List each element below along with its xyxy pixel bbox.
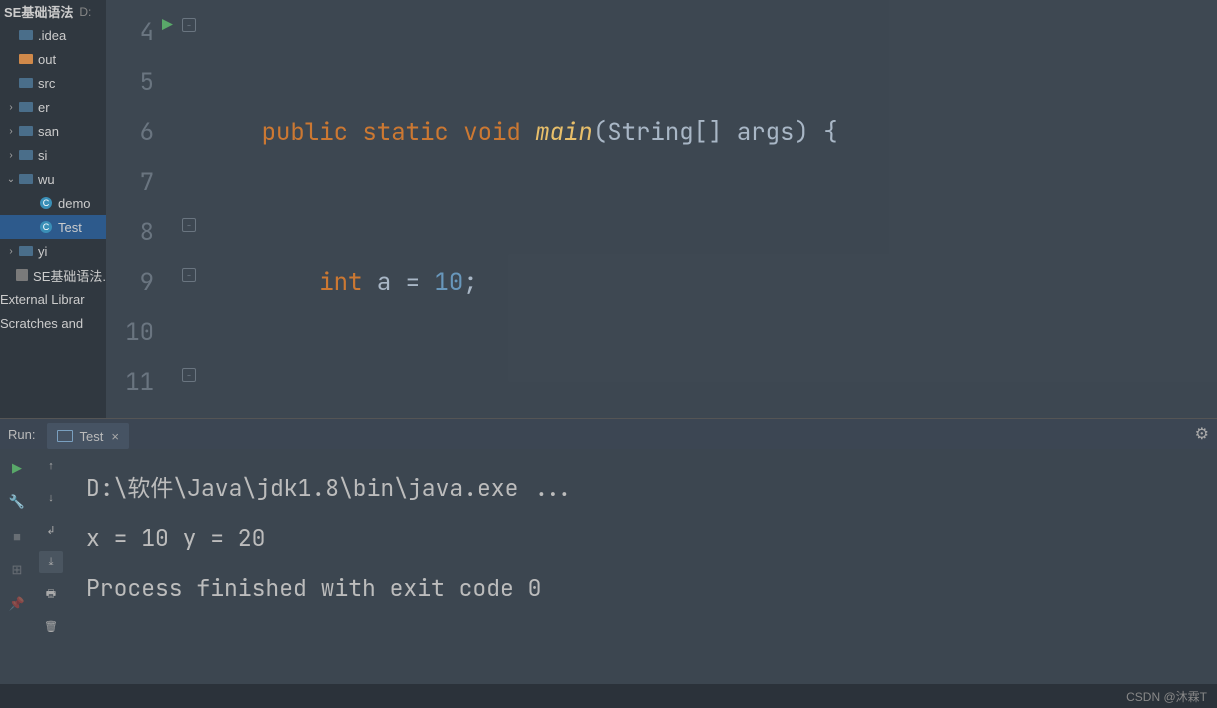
run-toolbar-left: ▶ 🔧 ■ ⊞ 📌	[0, 449, 34, 684]
line-number: 6	[106, 108, 154, 158]
fold-icon[interactable]: −	[182, 218, 196, 232]
tree-item-san[interactable]: › san	[0, 119, 106, 143]
line-number: 8	[106, 208, 154, 258]
chevron-right-icon: ›	[4, 246, 18, 257]
run-tab-label: Test	[79, 429, 103, 444]
console-output[interactable]: D:\软件\Java\jdk1.8\bin\java.exe ...x = 10…	[68, 449, 1217, 684]
tree-item-yi[interactable]: › yi	[0, 239, 106, 263]
folder-icon	[18, 51, 34, 67]
project-title-row[interactable]: SE基础语法 D:	[0, 0, 106, 23]
chevron-right-icon: ›	[4, 102, 18, 113]
tree-item-scratch[interactable]: Scratches and	[0, 311, 106, 335]
line-number: 7	[106, 158, 154, 208]
line-number: 10	[106, 308, 154, 358]
run-line-icon[interactable]: ▶	[162, 14, 173, 37]
up-icon[interactable]: ↑	[39, 455, 63, 477]
tree-item-iml[interactable]: SE基础语法.	[0, 263, 106, 287]
rerun-button[interactable]: ▶	[6, 457, 28, 479]
close-icon[interactable]: ×	[111, 429, 119, 444]
run-tabbar: Run: Test × ⚙	[0, 419, 1217, 449]
folder-icon	[18, 171, 34, 187]
folder-icon	[18, 243, 34, 259]
folder-icon	[18, 147, 34, 163]
output-line: D:\软件\Java\jdk1.8\bin\java.exe ...	[86, 463, 1199, 513]
tree-item-src[interactable]: src	[0, 71, 106, 95]
folder-icon	[18, 99, 34, 115]
fold-icon[interactable]: −	[182, 268, 196, 282]
soft-wrap-icon[interactable]: ↲	[39, 519, 63, 541]
code-content[interactable]: public static void main(String[] args) {…	[204, 0, 1217, 418]
file-icon	[16, 267, 29, 283]
fold-icon[interactable]: −	[182, 18, 196, 32]
print-icon[interactable]: 🖶	[39, 583, 63, 605]
run-config-icon	[57, 430, 73, 442]
run-panel-label: Run:	[8, 427, 35, 442]
line-number: 5	[106, 58, 154, 108]
trash-icon[interactable]: 🗑	[39, 615, 63, 637]
run-panel: Run: Test × ⚙ ▶ 🔧 ■ ⊞ 📌 ↑ ↓ ↲ ⤓ 🖶 🗑 D:\软…	[0, 418, 1217, 684]
down-icon[interactable]: ↓	[39, 487, 63, 509]
tree-item-test[interactable]: C Test	[0, 215, 106, 239]
layout-icon[interactable]: ⊞	[6, 559, 28, 581]
status-bar: CSDN @沐霖T	[0, 684, 1217, 708]
fold-icon[interactable]: −	[182, 368, 196, 382]
line-number-gutter: 4 5 6 7 8 9 10 11 12	[106, 0, 154, 418]
line-number: 4	[106, 8, 154, 58]
gear-icon[interactable]: ⚙	[1195, 424, 1209, 444]
tree-item-idea[interactable]: .idea	[0, 23, 106, 47]
tree-item-out[interactable]: out	[0, 47, 106, 71]
class-icon: C	[38, 219, 54, 235]
stop-icon[interactable]: ■	[6, 525, 28, 547]
run-toolbar-output: ↑ ↓ ↲ ⤓ 🖶 🗑	[34, 449, 68, 684]
project-path: D:	[79, 5, 91, 19]
tree-item-er[interactable]: › er	[0, 95, 106, 119]
class-icon: C	[38, 195, 54, 211]
tree-item-extlib[interactable]: External Librar	[0, 287, 106, 311]
output-line: x = 10 y = 20	[86, 513, 1199, 563]
tree-item-si[interactable]: › si	[0, 143, 106, 167]
code-editor[interactable]: 4 5 6 7 8 9 10 11 12 ▶− − − − public sta…	[106, 0, 1217, 418]
chevron-right-icon: ›	[4, 150, 18, 161]
line-number: 11	[106, 358, 154, 408]
project-title: SE基础语法	[4, 2, 73, 21]
gutter-icons: ▶− − − −	[154, 0, 204, 418]
wrench-icon[interactable]: 🔧	[6, 491, 28, 513]
run-tab[interactable]: Test ×	[47, 423, 128, 449]
line-number: 12	[106, 408, 154, 418]
output-line: Process finished with exit code 0	[86, 563, 1199, 613]
scroll-to-end-icon[interactable]: ⤓	[39, 551, 63, 573]
chevron-down-icon: ⌄	[4, 174, 18, 185]
chevron-right-icon: ›	[4, 126, 18, 137]
folder-icon	[18, 123, 34, 139]
watermark: CSDN @沐霖T	[1126, 688, 1207, 705]
folder-icon	[18, 27, 34, 43]
tree-item-demo[interactable]: C demo	[0, 191, 106, 215]
tree-item-wu[interactable]: ⌄ wu	[0, 167, 106, 191]
line-number: 9	[106, 258, 154, 308]
pin-icon[interactable]: 📌	[6, 593, 28, 615]
folder-icon	[18, 75, 34, 91]
project-tree: SE基础语法 D: .idea out src › er › san	[0, 0, 106, 418]
